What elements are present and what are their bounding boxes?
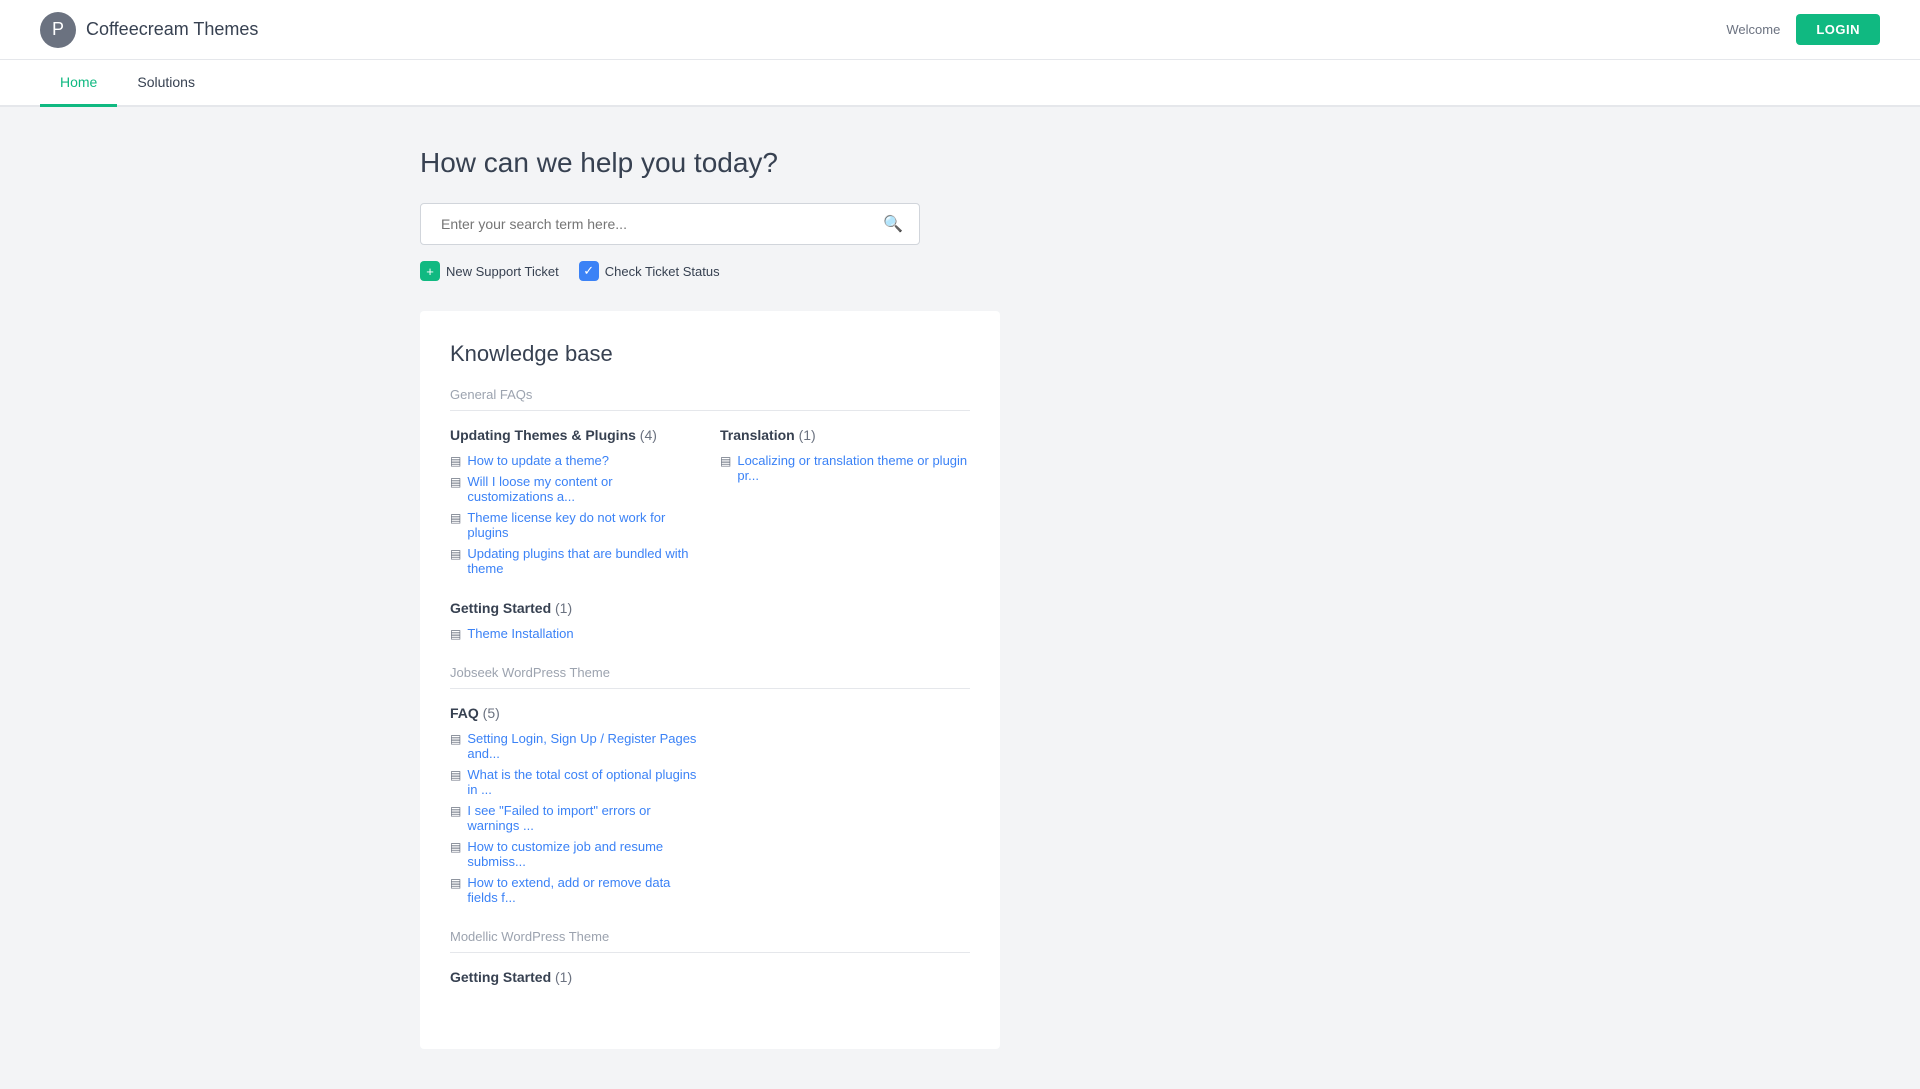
knowledge-base: Knowledge base General FAQs Updating The… — [420, 311, 1000, 1049]
nav-item-solutions[interactable]: Solutions — [117, 60, 215, 107]
modellic-group-title: Modellic WordPress Theme — [450, 929, 970, 953]
article-link[interactable]: Localizing or translation theme or plugi… — [737, 453, 970, 483]
header-right: Welcome LOGIN — [1726, 14, 1880, 45]
new-ticket-icon: + — [420, 261, 440, 281]
header: P Coffeecream Themes Welcome LOGIN — [0, 0, 1920, 60]
cat-updating-title: Updating Themes & Plugins (4) — [450, 427, 700, 443]
category-updating-themes: Updating Themes & Plugins (4) ▤ How to u… — [450, 427, 700, 576]
article-link[interactable]: How to extend, add or remove data fields… — [467, 875, 700, 905]
article-icon: ▤ — [450, 547, 461, 561]
section-jobseek: Jobseek WordPress Theme FAQ (5) ▤ Settin… — [450, 665, 970, 905]
jobseek-group-title: Jobseek WordPress Theme — [450, 665, 970, 689]
content-layout: Knowledge base General FAQs Updating The… — [420, 311, 1500, 1049]
list-item: ▤ Theme license key do not work for plug… — [450, 510, 700, 540]
article-icon: ▤ — [450, 876, 461, 890]
new-ticket-label: New Support Ticket — [446, 264, 559, 279]
article-link[interactable]: I see "Failed to import" errors or warni… — [467, 803, 700, 833]
article-link[interactable]: Updating plugins that are bundled with t… — [467, 546, 700, 576]
modellic-categories: Getting Started (1) — [450, 969, 970, 995]
article-icon: ▤ — [450, 768, 461, 782]
welcome-text: Welcome — [1726, 22, 1780, 37]
check-ticket-status-link[interactable]: ✓ Check Ticket Status — [579, 261, 720, 281]
brand: P Coffeecream Themes — [40, 12, 258, 48]
article-icon: ▤ — [450, 627, 461, 641]
getting-started-articles: ▤ Theme Installation — [450, 626, 700, 641]
article-link[interactable]: Will I loose my content or customization… — [467, 474, 700, 504]
cat-faq-title: FAQ (5) — [450, 705, 700, 721]
empty-col — [720, 600, 970, 641]
article-link[interactable]: How to customize job and resume submiss.… — [467, 839, 700, 869]
article-link[interactable]: What is the total cost of optional plugi… — [467, 767, 700, 797]
search-input[interactable] — [433, 204, 879, 244]
getting-started-categories: Getting Started (1) ▤ Theme Installation — [450, 600, 970, 641]
kb-title: Knowledge base — [450, 341, 970, 367]
check-status-label: Check Ticket Status — [605, 264, 720, 279]
list-item: ▤ What is the total cost of optional plu… — [450, 767, 700, 797]
list-item: ▤ Localizing or translation theme or plu… — [720, 453, 970, 483]
cat-translation-title: Translation (1) — [720, 427, 970, 443]
article-icon: ▤ — [720, 454, 731, 468]
main-content: How can we help you today? 🔍 + New Suppo… — [360, 107, 1560, 1089]
search-icon: 🔍 — [883, 216, 903, 233]
article-icon: ▤ — [450, 475, 461, 489]
section-modellic: Modellic WordPress Theme Getting Started… — [450, 929, 970, 995]
article-link[interactable]: How to update a theme? — [467, 453, 609, 468]
nav-item-home[interactable]: Home — [40, 60, 117, 107]
sidebar-right — [1020, 311, 1500, 1049]
general-faqs-categories: Updating Themes & Plugins (4) ▤ How to u… — [450, 427, 970, 576]
category-faq: FAQ (5) ▤ Setting Login, Sign Up / Regis… — [450, 705, 700, 905]
list-item: ▤ Setting Login, Sign Up / Register Page… — [450, 731, 700, 761]
list-item: ▤ How to customize job and resume submis… — [450, 839, 700, 869]
article-icon: ▤ — [450, 840, 461, 854]
login-button[interactable]: LOGIN — [1796, 14, 1880, 45]
list-item: ▤ How to extend, add or remove data fiel… — [450, 875, 700, 905]
article-link[interactable]: Theme Installation — [467, 626, 573, 641]
brand-name: Coffeecream Themes — [86, 19, 258, 40]
new-support-ticket-link[interactable]: + New Support Ticket — [420, 261, 559, 281]
category-getting-started: Getting Started (1) ▤ Theme Installation — [450, 600, 700, 641]
article-link[interactable]: Setting Login, Sign Up / Register Pages … — [467, 731, 700, 761]
empty-col-2 — [720, 705, 970, 905]
search-box: 🔍 — [420, 203, 920, 245]
cat-getting-started-title: Getting Started (1) — [450, 600, 700, 616]
list-item: ▤ I see "Failed to import" errors or war… — [450, 803, 700, 833]
section-general-faqs: General FAQs Updating Themes & Plugins (… — [450, 387, 970, 576]
category-translation: Translation (1) ▤ Localizing or translat… — [720, 427, 970, 576]
list-item: ▤ Will I loose my content or customizati… — [450, 474, 700, 504]
translation-articles: ▤ Localizing or translation theme or plu… — [720, 453, 970, 483]
updating-themes-articles: ▤ How to update a theme? ▤ Will I loose … — [450, 453, 700, 576]
article-icon: ▤ — [450, 511, 461, 525]
general-faqs-group-title: General FAQs — [450, 387, 970, 411]
section-getting-started: Getting Started (1) ▤ Theme Installation — [450, 600, 970, 641]
hero-title: How can we help you today? — [420, 147, 1500, 179]
list-item: ▤ How to update a theme? — [450, 453, 700, 468]
brand-logo: P — [40, 12, 76, 48]
faq-articles: ▤ Setting Login, Sign Up / Register Page… — [450, 731, 700, 905]
jobseek-categories: FAQ (5) ▤ Setting Login, Sign Up / Regis… — [450, 705, 970, 905]
search-button[interactable]: 🔍 — [879, 210, 907, 238]
list-item: ▤ Updating plugins that are bundled with… — [450, 546, 700, 576]
article-link[interactable]: Theme license key do not work for plugin… — [467, 510, 700, 540]
cat-modellic-gs-title: Getting Started (1) — [450, 969, 970, 985]
article-icon: ▤ — [450, 804, 461, 818]
action-links: + New Support Ticket ✓ Check Ticket Stat… — [420, 261, 1500, 281]
article-icon: ▤ — [450, 732, 461, 746]
category-modellic-getting-started: Getting Started (1) — [450, 969, 970, 995]
brand-logo-char: P — [52, 19, 64, 40]
check-status-icon: ✓ — [579, 261, 599, 281]
nav: Home Solutions — [0, 60, 1920, 107]
list-item: ▤ Theme Installation — [450, 626, 700, 641]
article-icon: ▤ — [450, 454, 461, 468]
